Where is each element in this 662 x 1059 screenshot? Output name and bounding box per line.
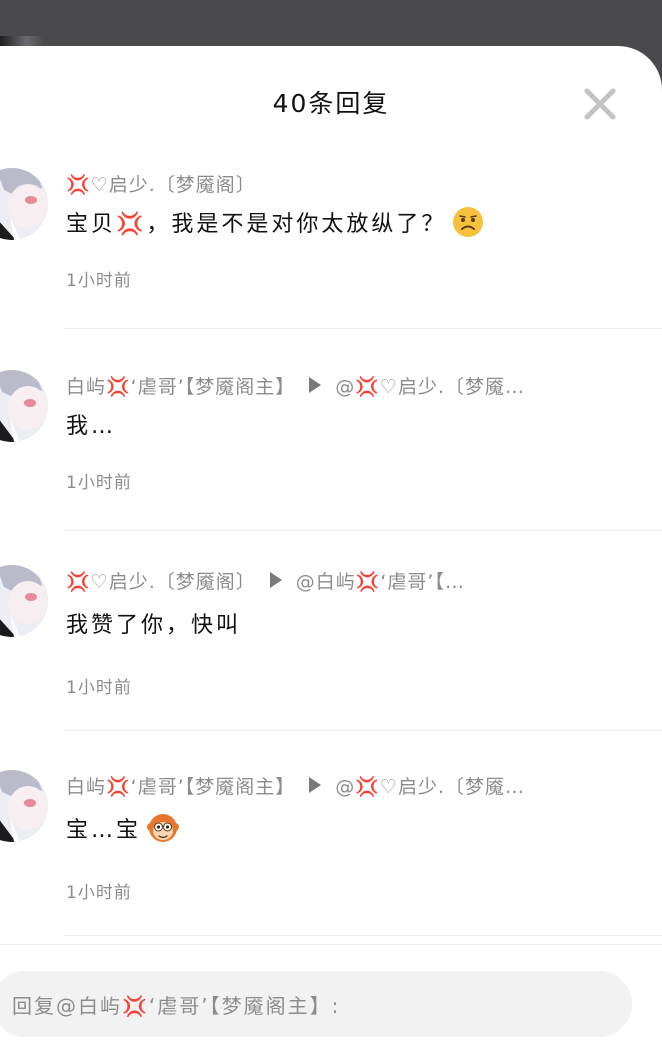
- reply-target[interactable]: @💢♡启少.〔梦魇…: [335, 772, 632, 799]
- reply-input-placeholder: 回复@白屿💢‘虐哥’【梦魇阁主】:: [12, 993, 341, 1018]
- comment-meta: 💢♡启少.〔梦魇阁〕: [66, 168, 632, 198]
- comment-meta: 白屿💢‘虐哥’【梦魇阁主】 @💢♡启少.〔梦魇…: [66, 770, 632, 800]
- close-button[interactable]: [580, 84, 620, 124]
- comment-time: 1小时前: [66, 883, 132, 903]
- avatar[interactable]: [0, 770, 48, 842]
- comment-author[interactable]: 白屿💢‘虐哥’【梦魇阁主】: [66, 772, 295, 799]
- comment-author[interactable]: 💢♡启少.〔梦魇阁〕: [66, 170, 256, 197]
- comment-text-row: 我…: [66, 406, 632, 442]
- divider: [64, 530, 662, 531]
- comment-text-row: 宝…宝: [66, 810, 632, 846]
- close-x-icon: [584, 88, 616, 120]
- divider: [64, 730, 662, 731]
- divider: [0, 944, 662, 945]
- avatar[interactable]: [0, 370, 48, 442]
- comment-time: 1小时前: [66, 271, 132, 291]
- reply-input[interactable]: 回复@白屿💢‘虐哥’【梦魇阁主】:: [0, 971, 632, 1037]
- comment-item[interactable]: 白屿💢‘虐哥’【梦魇阁主】 @💢♡启少.〔梦魇… 我… 1小时前: [0, 370, 662, 575]
- sheet-title: 40条回复: [272, 89, 390, 118]
- comment-text: 我赞了你，快叫: [66, 613, 242, 638]
- comment-author[interactable]: 白屿💢‘虐哥’【梦魇阁主】: [66, 372, 295, 399]
- divider: [64, 935, 662, 936]
- avatar[interactable]: [0, 168, 48, 240]
- monkey-sticker-icon: [147, 812, 180, 844]
- comment-meta: 白屿💢‘虐哥’【梦魇阁主】 @💢♡启少.〔梦魇…: [66, 370, 632, 400]
- frowning-face-icon: [452, 206, 484, 238]
- comment-text-row: 我赞了你，快叫: [66, 605, 632, 641]
- comment-text: 宝…宝: [66, 818, 142, 843]
- divider: [64, 328, 662, 329]
- comment-text: 宝贝💢，我是不是对你太放纵了？: [66, 212, 447, 237]
- reply-arrow-icon: [309, 377, 322, 393]
- reply-arrow-icon: [269, 572, 282, 588]
- comment-replies-sheet: 40条回复 💢♡启少.〔梦魇阁〕 宝贝💢，我是不是对你太放纵了？ 1小时前 白屿…: [0, 46, 662, 1059]
- comment-item[interactable]: 💢♡启少.〔梦魇阁〕 宝贝💢，我是不是对你太放纵了？ 1小时前: [0, 168, 662, 373]
- comment-author[interactable]: 💢♡启少.〔梦魇阁〕: [66, 567, 256, 594]
- comment-text: 我…: [66, 414, 117, 439]
- comment-meta: 💢♡启少.〔梦魇阁〕 @白屿💢‘虐哥’【…: [66, 565, 632, 595]
- avatar[interactable]: [0, 565, 48, 637]
- comment-time: 1小时前: [66, 473, 132, 493]
- comment-text-row: 宝贝💢，我是不是对你太放纵了？: [66, 204, 632, 240]
- comment-time: 1小时前: [66, 678, 132, 698]
- reply-target[interactable]: @白屿💢‘虐哥’【…: [296, 567, 632, 594]
- reply-target[interactable]: @💢♡启少.〔梦魇…: [335, 372, 632, 399]
- reply-arrow-icon: [309, 777, 322, 793]
- comment-item[interactable]: 💢♡启少.〔梦魇阁〕 @白屿💢‘虐哥’【… 我赞了你，快叫 1小时前: [0, 565, 662, 770]
